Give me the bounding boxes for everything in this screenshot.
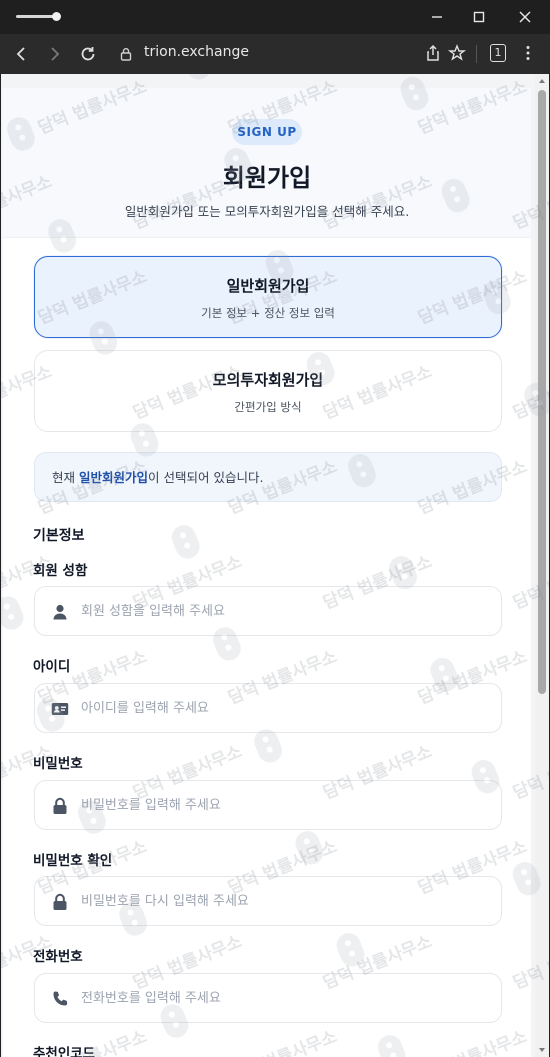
name-field[interactable] <box>34 586 502 636</box>
window-slider[interactable] <box>16 12 61 21</box>
section-title-basic-info: 기본정보 <box>33 528 85 544</box>
notice-suffix: 이 선택되어 있습니다. <box>148 470 264 485</box>
browser-viewport: SIGN UP 회원가입 일반회원가입 또는 모의투자회원가입을 선택해 주세요… <box>1 74 549 1057</box>
password-field[interactable] <box>34 780 502 830</box>
page-scrollbar[interactable] <box>535 74 549 1057</box>
scroll-down-icon[interactable] <box>539 1048 545 1052</box>
user-icon <box>51 603 69 621</box>
lock-icon <box>51 893 69 911</box>
option-description: 간편가입 방식 <box>234 400 302 414</box>
notice-highlight: 일반회원가입 <box>78 470 148 485</box>
page-subtitle: 일반회원가입 또는 모의투자회원가입을 선택해 주세요. <box>124 204 410 219</box>
phone-label: 전화번호 <box>33 949 83 965</box>
slider-knob[interactable] <box>52 12 61 21</box>
close-icon[interactable] <box>516 8 534 26</box>
id-card-icon <box>51 700 69 718</box>
option-description: 기본 정보 + 정산 정보 입력 <box>201 306 335 320</box>
name-input[interactable] <box>81 587 486 635</box>
menu-icon[interactable] <box>518 43 538 63</box>
password-input[interactable] <box>81 781 486 829</box>
toolbar-divider <box>476 45 477 63</box>
selection-notice: 현재 일반회원가입이 선택되어 있습니다. <box>34 452 502 502</box>
lock-icon <box>51 797 69 815</box>
general-signup-option[interactable]: 일반회원가입 기본 정보 + 정산 정보 입력 <box>34 256 502 338</box>
referral-code-label: 추천인코드 <box>33 1046 96 1057</box>
tab-count-button[interactable]: 1 <box>490 44 506 62</box>
name-label: 회원 성함 <box>33 563 88 579</box>
browser-toolbar: trion.exchange 1 <box>0 34 550 74</box>
scroll-up-icon[interactable] <box>539 79 545 83</box>
signup-page: SIGN UP 회원가입 일반회원가입 또는 모의투자회원가입을 선택해 주세요… <box>3 88 531 1057</box>
back-icon[interactable] <box>12 44 32 64</box>
password-confirm-field[interactable] <box>34 876 502 926</box>
mock-trading-signup-option[interactable]: 모의투자회원가입 간편가입 방식 <box>34 350 502 432</box>
password-label: 비밀번호 <box>33 756 83 772</box>
password-confirm-input[interactable] <box>81 877 486 925</box>
page-title: 회원가입 <box>222 164 312 192</box>
id-label: 아이디 <box>33 659 71 675</box>
id-field[interactable] <box>34 683 502 733</box>
phone-icon <box>51 990 69 1008</box>
signup-header: SIGN UP 회원가입 일반회원가입 또는 모의투자회원가입을 선택해 주세요… <box>3 88 531 238</box>
reload-icon[interactable] <box>78 44 98 64</box>
minimize-icon[interactable] <box>428 8 446 26</box>
password-confirm-label: 비밀번호 확인 <box>33 853 113 869</box>
forward-icon[interactable] <box>44 44 64 64</box>
address-bar[interactable]: trion.exchange <box>144 44 249 60</box>
option-title: 모의투자회원가입 <box>212 371 324 389</box>
option-title: 일반회원가입 <box>226 277 310 295</box>
phone-field[interactable] <box>34 973 502 1023</box>
sign-up-badge: SIGN UP <box>232 119 302 145</box>
window-titlebar <box>0 0 550 34</box>
maximize-icon[interactable] <box>470 8 488 26</box>
id-input[interactable] <box>81 684 486 732</box>
lock-icon[interactable] <box>120 46 132 61</box>
phone-input[interactable] <box>81 974 486 1022</box>
scrollbar-thumb[interactable] <box>538 90 546 694</box>
share-icon[interactable] <box>423 43 443 63</box>
bookmark-star-icon[interactable] <box>447 43 467 63</box>
notice-prefix: 현재 <box>52 470 79 485</box>
